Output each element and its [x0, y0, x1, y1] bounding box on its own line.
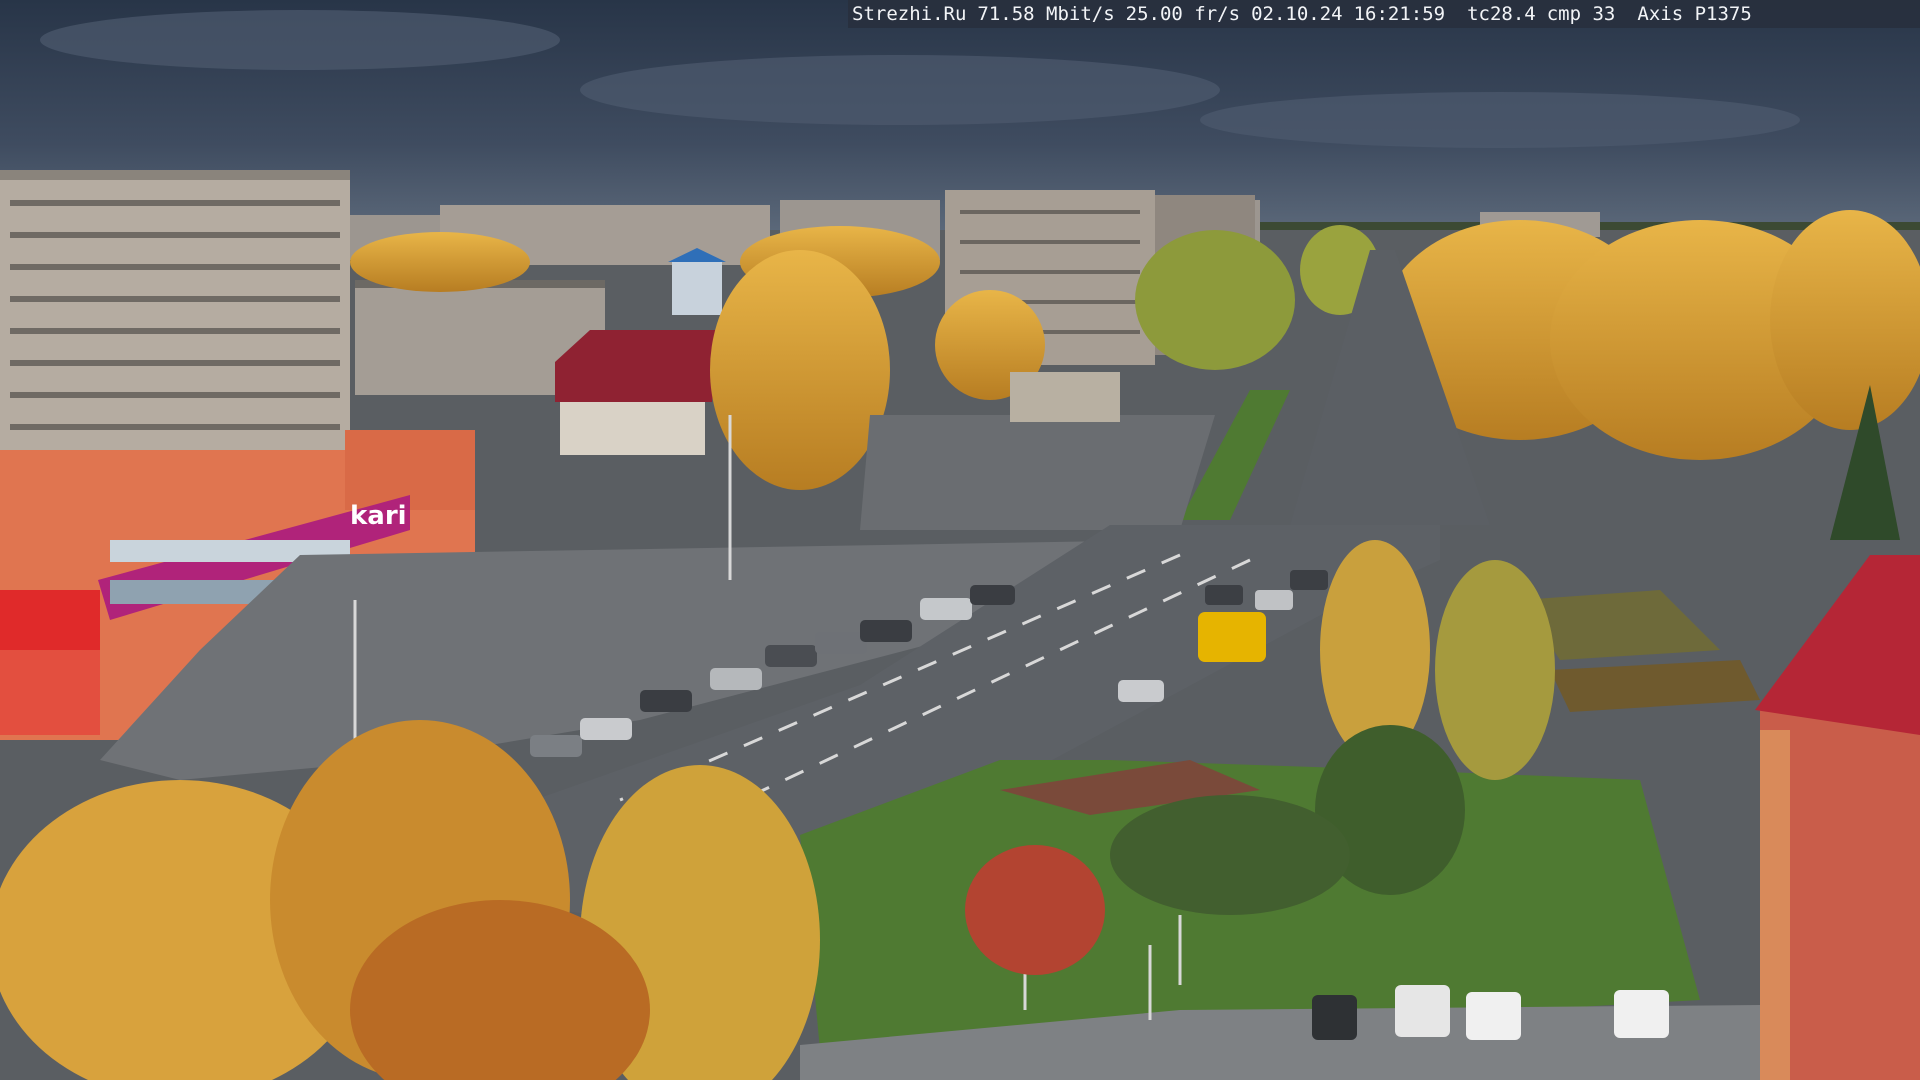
- webcam-scene: kari: [0, 0, 1920, 1080]
- bitrate-label: 71.58 Mbit/s: [977, 3, 1115, 25]
- framerate-label: 25.00 fr/s: [1125, 3, 1241, 25]
- low-building: [1010, 372, 1120, 422]
- autumn-trees-right-park: [1380, 210, 1920, 460]
- blue-tower: [672, 260, 722, 315]
- moving-car: [1118, 680, 1164, 702]
- red-roof: [555, 330, 720, 402]
- cmp-label: cmp 33: [1546, 3, 1616, 25]
- time-label: 16:21:59: [1353, 3, 1446, 25]
- central-square: [860, 415, 1215, 530]
- date-label: 02.10.24: [1251, 3, 1343, 25]
- camera-info-overlay: Strezhi.Ru 71.58 Mbit/s 25.00 fr/s 02.10.24…: [848, 0, 1920, 28]
- store-logo-text: kari: [350, 501, 407, 531]
- tc-label: tc28.4: [1467, 3, 1536, 25]
- yellow-bus: [1198, 612, 1266, 662]
- camera-model-label: Axis P1375: [1637, 3, 1752, 25]
- site-label: Strezhi.Ru: [852, 3, 967, 25]
